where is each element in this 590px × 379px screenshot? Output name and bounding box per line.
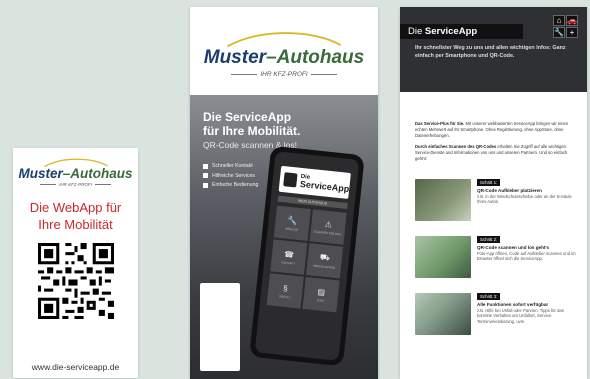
flyer-headline-line1: Die ServiceApp [203,110,292,124]
warning-icon: ⚠ [324,219,333,229]
tile-label: ABSCHLEPPEN [312,263,336,270]
info-icon-grid: ⌂ 🚗 🔧 + [553,15,578,38]
webapp-card: Muster–Autohaus IHR KFZ-PROFI Die WebApp… [13,148,138,378]
bullet-label: Hilfreiche Services [212,172,255,179]
logo-brand-part1: Muster [18,166,63,181]
step-3: Schritt 3: Alle Funktionen sofort verfüg… [415,293,580,335]
step-photo [415,293,471,335]
car-icon: 🚗 [565,15,578,26]
sticker-placeholder [200,283,240,371]
app-header: Die ServiceApp [278,165,351,199]
step-text: Alle Funktionen sofort verfügbar z.B. Hil… [477,302,577,324]
flyer-headline: Die ServiceApp für Ihre Mobilität. [203,110,300,138]
app-tile-grid: 🔧 SERVICE ⚠ SCHADEN MELDEN ☎ KONTAKT ⛟ ABSCH… [266,205,347,313]
tile-label: UNFALL [278,293,291,299]
step-photo [415,236,471,278]
step-1: Schritt 1: QR-Code Aufkleber platzieren z… [415,179,580,221]
paragraph-icon: § [282,283,289,293]
phone-screen: Die ServiceApp MEIN AUTOHAUS 🔧 SERVICE ⚠ SC… [254,151,360,361]
qr-code[interactable] [37,243,114,319]
info-intro: Ihr schnellster Weg zu uns und allen wic… [415,45,566,59]
tile-label: SERVICE [285,226,299,232]
step-2: Schritt 2: QR-Code scannen und los geht'… [415,236,580,278]
step-badge: Schritt 2: [477,236,501,243]
phone-icon: ☎ [283,249,295,260]
info-paragraph: Das Service-Plus für Sie. Mit unserer we… [415,121,575,139]
plus-icon: + [565,27,578,38]
list-item: Hilfreiche Services [203,173,258,179]
app-tile[interactable]: 🔧 SERVICE [273,205,311,241]
list-item: Schneller Kontakt [203,163,258,169]
serviceapp-info-page: Die ServiceApp ⌂ 🚗 🔧 + Ihr schnellster W… [400,7,587,379]
flyer-bullets: Schneller Kontakt Hilfreiche Services Ei… [203,163,258,192]
webapp-url[interactable]: www.die-serviceapp.de [13,362,138,372]
bullet-label: Einfache Bedienung [212,182,259,188]
step-description: Foto-App öffnen, Code auf Aufkleber scan… [477,250,576,262]
tow-truck-icon: ⛟ [319,252,331,263]
document-icon: ▤ [317,286,326,297]
muster-autohaus-logo: Muster–Autohaus IHR KFZ-PROFI [13,158,138,187]
bullet-icon [203,163,208,169]
logo-brand-part1: Muster [203,47,267,68]
info-title-prefix: Die [408,26,425,37]
app-tile[interactable]: § UNFALL [266,273,304,309]
app-label: Die ServiceApp [299,174,351,195]
bullet-label: Schneller Kontakt [212,163,253,169]
info-title-bold: ServiceApp [424,26,478,37]
wrench-icon: 🔧 [553,27,565,38]
car-icon [283,172,299,188]
list-item: Einfache Bedienung [203,182,258,188]
app-tile[interactable]: ▤ INFO [302,276,340,313]
step-description: z.B. Hilfe bei Unfall oder Pannen, Tipps… [477,307,564,324]
info-title: Die ServiceApp [400,24,523,39]
step-description: z.B. in der Windschutzscheibe oder an de… [477,193,572,205]
bullet-icon [203,173,208,178]
app-tile[interactable]: ☎ KONTAKT [270,239,308,275]
app-label-big: ServiceApp [299,178,350,195]
serviceapp-flyer: Muster–Autohaus IHR KFZ-PROFI Die Servic… [190,7,378,379]
logo-brand-part2: –Autohaus [266,47,365,68]
muster-autohaus-logo: Muster–Autohaus IHR KFZ-PROFI [190,32,378,78]
flyer-headline-line2: für Ihre Mobilität. [203,124,301,138]
info-paragraph-bold: Das Service-Plus für Sie. [415,121,465,126]
step-text: QR-Code Aufkleber platzieren z.B. in der … [477,188,577,205]
webapp-title: Die WebApp für Ihre Mobilität [29,200,122,232]
info-paragraph: Durch einfaches Scannen des QR-Codes erh… [415,144,575,162]
step-text: QR-Code scannen und los geht's Foto-App ö… [477,245,577,262]
logo-tagline: IHR KFZ-PROFI [190,71,378,78]
bullet-icon [203,182,208,188]
wrench-icon: 🔧 [287,215,299,226]
tile-label: INFO [316,297,325,303]
info-body: Das Service-Plus für Sie. Mit unserer we… [415,121,575,167]
info-paragraph-bold: Durch einfaches Scannen des QR-Codes [415,144,497,149]
logo-tagline: IHR KFZ-PROFI [13,182,138,187]
app-tile[interactable]: ⚠ SCHADEN MELDEN [309,209,347,245]
step-badge: Schritt 1: [477,179,501,186]
logo-brand-part2: –Autohaus [62,166,133,181]
tile-label: SCHADEN MELDEN [313,229,342,236]
step-badge: Schritt 3: [477,293,501,300]
home-icon: ⌂ [553,15,565,26]
step-photo [415,179,471,221]
car-swoosh-icon [226,32,342,48]
app-tile[interactable]: ⛟ ABSCHLEPPEN [306,243,344,279]
tile-label: KONTAKT [281,259,296,266]
